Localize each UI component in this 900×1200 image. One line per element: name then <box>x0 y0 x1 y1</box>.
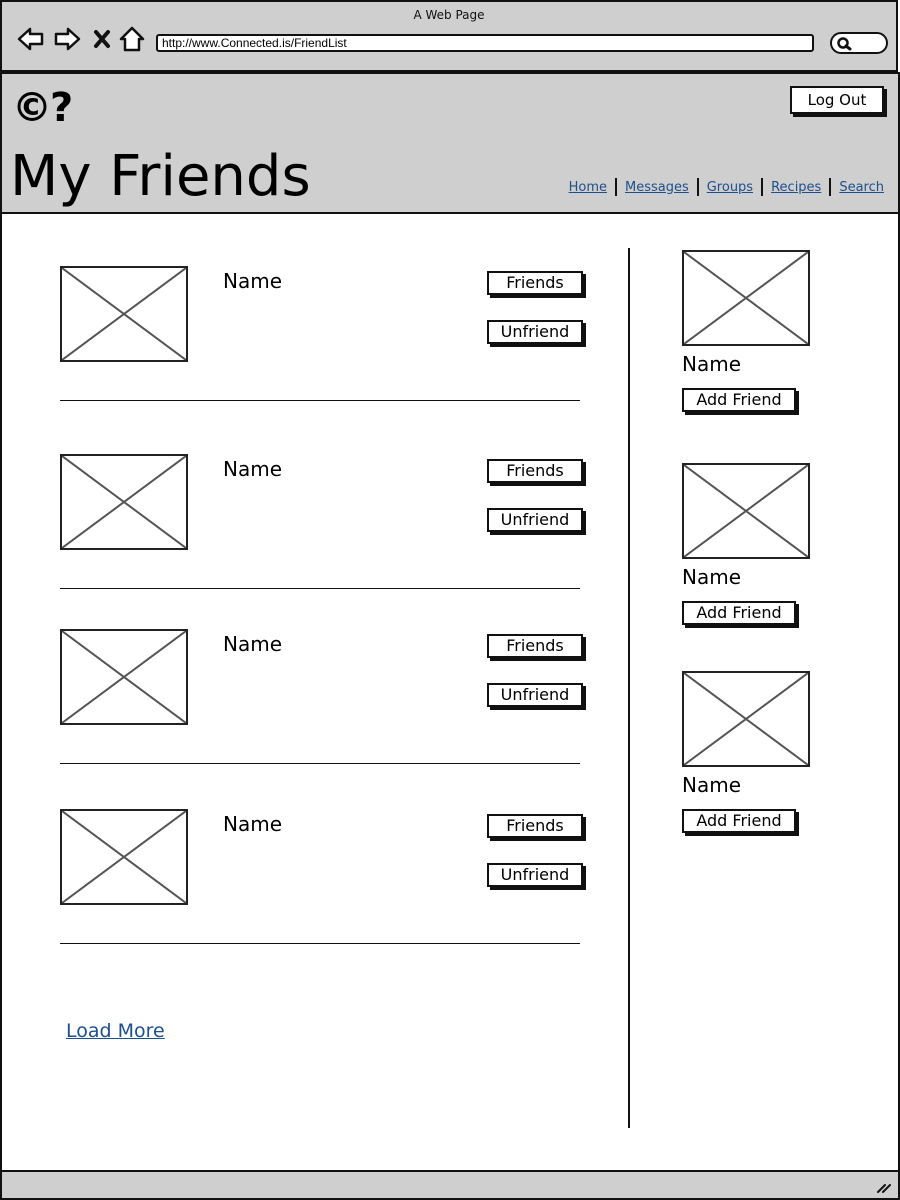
suggestion-avatar-placeholder <box>682 250 810 346</box>
page-title: My Friends <box>10 144 311 209</box>
nav-separator <box>761 178 764 196</box>
nav-link-messages[interactable]: Messages <box>625 180 689 195</box>
unfriend-button[interactable]: Unfriend <box>487 508 583 532</box>
unfriend-button[interactable]: Unfriend <box>487 320 583 344</box>
address-bar[interactable]: http://www.Connected.is/FriendList <box>156 34 814 52</box>
suggestion-name: Name <box>682 352 742 376</box>
home-icon[interactable] <box>118 24 146 54</box>
unfriend-button[interactable]: Unfriend <box>487 683 583 707</box>
status-bar <box>0 1170 900 1200</box>
load-more-link[interactable]: Load More <box>66 1020 165 1042</box>
main-content: Name Friends Unfriend Name Friends Unfri… <box>0 214 900 1170</box>
suggestion-avatar-placeholder <box>682 463 810 559</box>
add-friend-button[interactable]: Add Friend <box>682 809 796 833</box>
suggestion-avatar-placeholder <box>682 671 810 767</box>
logout-button[interactable]: Log Out <box>790 86 884 114</box>
add-friend-button[interactable]: Add Friend <box>682 388 796 412</box>
search-icon <box>837 37 852 51</box>
browser-search-field[interactable] <box>830 32 888 54</box>
site-logo[interactable]: ©? <box>12 84 73 132</box>
browser-chrome: A Web Page http://www.Connected.is/Frien… <box>0 0 898 72</box>
nav-separator <box>829 178 832 196</box>
suggestion-name: Name <box>682 773 742 797</box>
forward-arrow-icon[interactable] <box>52 24 82 54</box>
nav-link-home[interactable]: Home <box>569 180 607 195</box>
row-divider <box>60 588 580 589</box>
suggestion-name: Name <box>682 565 742 589</box>
friend-avatar-placeholder <box>60 266 188 362</box>
friends-status-button[interactable]: Friends <box>487 634 583 658</box>
nav-link-search[interactable]: Search <box>839 180 884 195</box>
back-arrow-icon[interactable] <box>16 24 46 54</box>
friend-name: Name <box>223 457 283 481</box>
row-divider <box>60 943 580 944</box>
close-icon[interactable] <box>90 24 114 54</box>
friend-name: Name <box>223 269 283 293</box>
friend-avatar-placeholder <box>60 629 188 725</box>
add-friend-button[interactable]: Add Friend <box>682 601 796 625</box>
nav-separator <box>614 178 617 196</box>
window-title: A Web Page <box>413 8 485 22</box>
friends-status-button[interactable]: Friends <box>487 459 583 483</box>
friends-status-button[interactable]: Friends <box>487 814 583 838</box>
row-divider <box>60 400 580 401</box>
nav-link-groups[interactable]: Groups <box>707 180 753 195</box>
friend-avatar-placeholder <box>60 454 188 550</box>
unfriend-button[interactable]: Unfriend <box>487 863 583 887</box>
friends-status-button[interactable]: Friends <box>487 271 583 295</box>
nav-separator <box>696 178 699 196</box>
friend-avatar-placeholder <box>60 809 188 905</box>
resize-grip-icon[interactable] <box>876 1178 892 1194</box>
friend-name: Name <box>223 632 283 656</box>
site-header: ©? My Friends Log Out Home Messages Grou… <box>0 72 900 214</box>
friend-name: Name <box>223 812 283 836</box>
row-divider <box>60 763 580 764</box>
nav-link-recipes[interactable]: Recipes <box>771 180 821 195</box>
top-nav: Home Messages Groups Recipes Search <box>569 178 884 196</box>
column-divider <box>628 248 630 1128</box>
